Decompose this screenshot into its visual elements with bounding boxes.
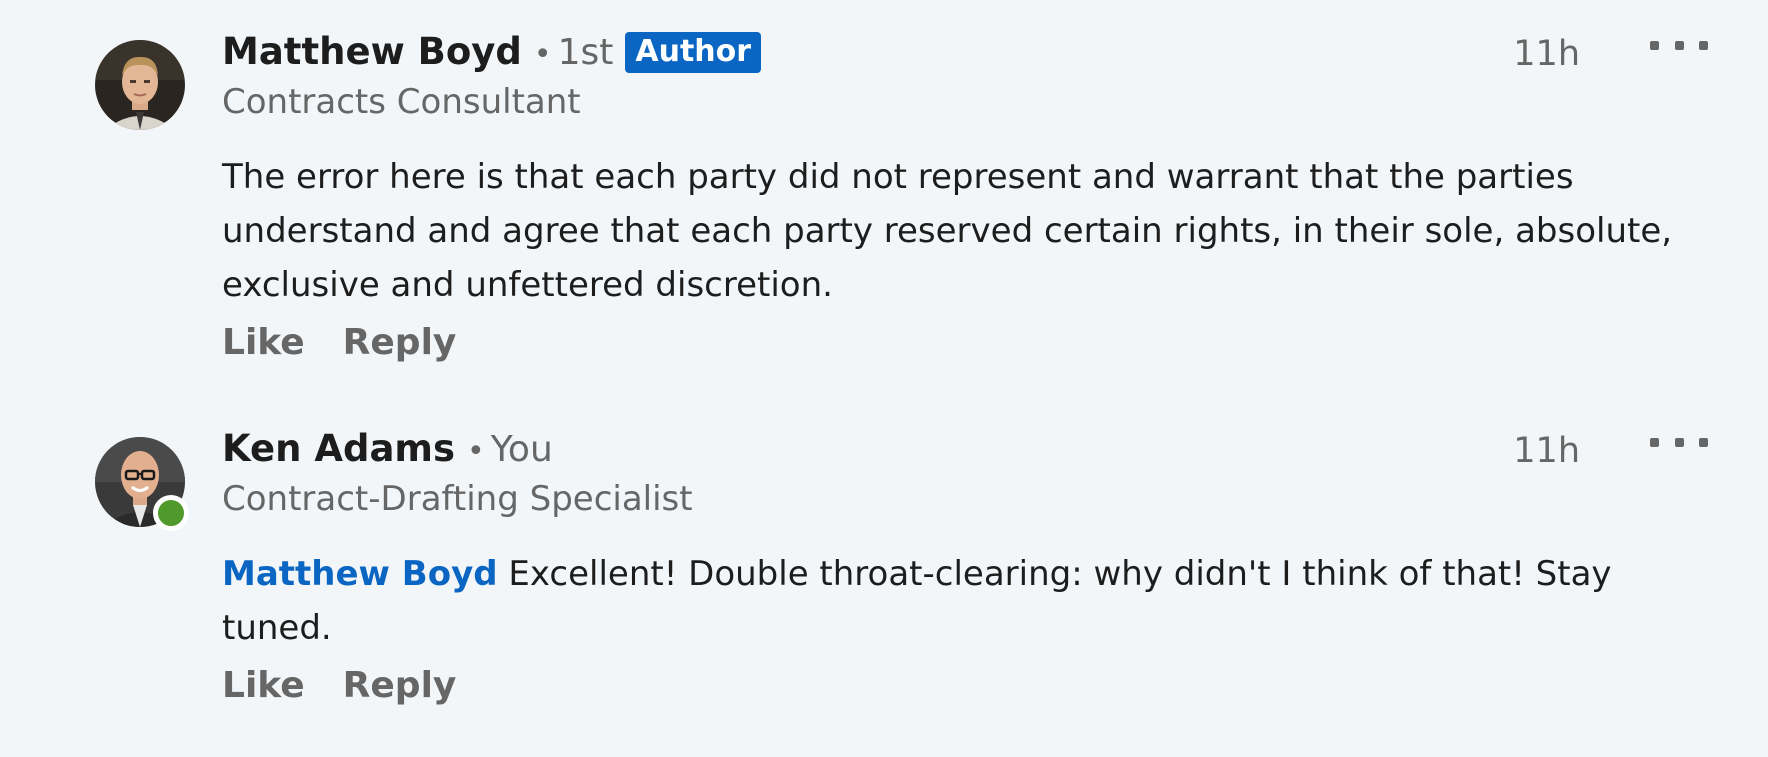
like-button[interactable]: Like bbox=[222, 665, 305, 706]
author-headline: Contract-Drafting Specialist bbox=[222, 479, 693, 519]
online-status-indicator bbox=[153, 495, 189, 531]
comment-text-content: The error here is that each party did no… bbox=[222, 157, 1673, 305]
avatar[interactable] bbox=[95, 40, 185, 130]
comment-timestamp: 11h bbox=[1513, 431, 1580, 471]
separator-dot: • bbox=[467, 434, 485, 469]
more-options-icon[interactable] bbox=[1650, 427, 1708, 457]
comment-text: The error here is that each party did no… bbox=[222, 150, 1702, 312]
more-options-icon[interactable] bbox=[1650, 30, 1708, 60]
reply-button[interactable]: Reply bbox=[343, 322, 457, 363]
comment-header: Matthew Boyd • 1st Author 11h bbox=[222, 30, 1708, 80]
avatar[interactable] bbox=[95, 437, 189, 531]
comment-body: Matthew Boyd • 1st Author 11h Contracts Con… bbox=[222, 30, 1708, 363]
like-button[interactable]: Like bbox=[222, 322, 305, 363]
author-badge: Author bbox=[625, 32, 762, 73]
comment-body: Ken Adams • You 11h Contract-Drafting Spec… bbox=[222, 427, 1708, 706]
comment-actions: Like Reply bbox=[222, 322, 1708, 363]
comment-actions: Like Reply bbox=[222, 665, 1708, 706]
profile-photo-icon bbox=[95, 40, 185, 130]
separator-dot: • bbox=[533, 37, 552, 72]
comment-timestamp: 11h bbox=[1513, 34, 1580, 74]
comment-header: Ken Adams • You 11h bbox=[222, 427, 1708, 477]
author-headline: Contracts Consultant bbox=[222, 82, 581, 122]
author-name[interactable]: Ken Adams bbox=[222, 427, 455, 470]
author-name[interactable]: Matthew Boyd bbox=[222, 30, 522, 73]
comment-text: Matthew Boyd Excellent! Double throat-cl… bbox=[222, 547, 1702, 655]
reply-button[interactable]: Reply bbox=[343, 665, 457, 706]
connection-degree: You bbox=[490, 429, 553, 470]
mention-link[interactable]: Matthew Boyd bbox=[222, 554, 498, 594]
connection-degree: 1st bbox=[557, 32, 614, 73]
